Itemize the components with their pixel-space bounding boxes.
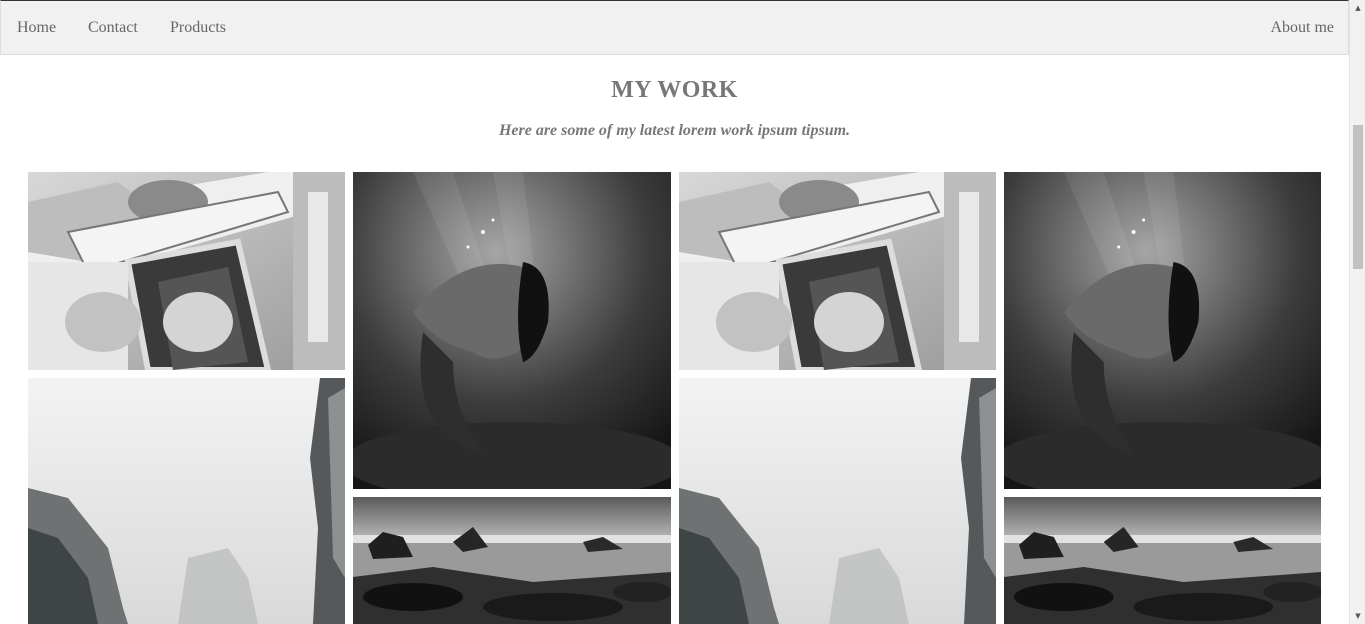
photo-underwater-woman[interactable] [353, 172, 671, 489]
nav-products-link[interactable]: Products [170, 19, 226, 37]
scroll-down-arrow-icon[interactable]: ▼ [1350, 608, 1365, 624]
page-title: MY WORK [611, 77, 738, 103]
scrollbar-thumb[interactable] [1353, 125, 1363, 269]
page: Home Contact Products About me MY WORK H… [0, 0, 1349, 624]
vertical-scrollbar[interactable]: ▲ ▼ [1349, 0, 1365, 624]
photo-misty-cliffs[interactable] [28, 378, 345, 624]
photo-rocky-seashore[interactable] [353, 497, 671, 624]
nav-about-link[interactable]: About me [1270, 19, 1334, 37]
browser-viewport: Home Contact Products About me MY WORK H… [0, 0, 1365, 624]
photo-rocky-seashore[interactable] [1004, 497, 1321, 624]
scroll-up-arrow-icon[interactable]: ▲ [1350, 0, 1365, 16]
top-navigation: Home Contact Products About me [0, 0, 1349, 55]
nav-home-link[interactable]: Home [17, 19, 56, 37]
nav-contact-link[interactable]: Contact [88, 19, 138, 37]
page-subtitle: Here are some of my latest lorem work ip… [498, 122, 851, 139]
photo-couple-in-car[interactable] [679, 172, 996, 370]
photo-underwater-woman[interactable] [1004, 172, 1321, 489]
photo-misty-cliffs[interactable] [679, 378, 996, 624]
photo-couple-in-car[interactable] [28, 172, 345, 370]
